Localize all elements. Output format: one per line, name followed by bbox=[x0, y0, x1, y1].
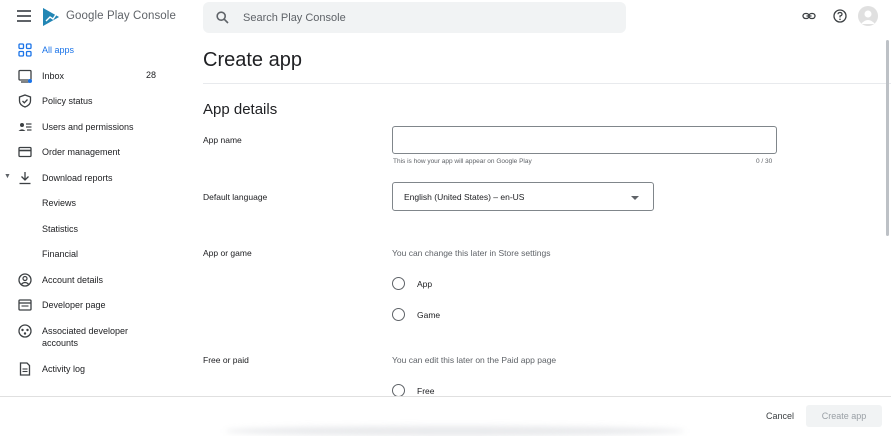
page-title: Create app bbox=[203, 49, 302, 71]
sidebar-item-activity-log[interactable]: Activity log bbox=[0, 357, 180, 381]
shield-icon bbox=[18, 94, 32, 108]
sidebar-item-label: Inbox bbox=[42, 71, 65, 81]
scrollbar[interactable] bbox=[886, 40, 889, 236]
inbox-icon bbox=[18, 69, 32, 83]
radio-button[interactable] bbox=[392, 277, 405, 290]
divider bbox=[203, 83, 891, 84]
search-input[interactable] bbox=[243, 2, 613, 33]
help-icon[interactable] bbox=[833, 9, 847, 23]
sidebar-item-order-management[interactable]: Order management bbox=[0, 140, 180, 164]
sidebar-item-users-and-permissions[interactable]: Users and permissions bbox=[0, 115, 180, 139]
default-language-select[interactable]: English (United States) – en-US bbox=[392, 182, 654, 211]
link-icon[interactable] bbox=[802, 9, 816, 23]
radio-button[interactable] bbox=[392, 308, 405, 321]
sidebar-item-reviews[interactable]: Reviews bbox=[0, 191, 180, 215]
sidebar-item-account-details[interactable]: Account details bbox=[0, 268, 180, 292]
default-language-label: Default language bbox=[203, 192, 268, 202]
web-page-icon bbox=[18, 299, 32, 311]
sidebar-item-download-reports[interactable]: ▼ Download reports bbox=[0, 166, 180, 190]
free-or-paid-label: Free or paid bbox=[203, 355, 249, 365]
sidebar-item-label: Reviews bbox=[42, 198, 77, 208]
sidebar-item-label: Order management bbox=[42, 147, 121, 157]
top-bar: Google Play Console bbox=[0, 0, 891, 36]
create-app-form: Create app App details App name This is … bbox=[190, 36, 891, 397]
dropdown-arrow-icon bbox=[631, 196, 639, 200]
default-language-value: English (United States) – en-US bbox=[404, 192, 525, 202]
search-icon bbox=[216, 11, 229, 24]
sidebar-item-financial[interactable]: Financial bbox=[0, 242, 180, 266]
play-console-logo bbox=[42, 7, 60, 27]
inbox-count-badge: 28 bbox=[145, 70, 156, 80]
users-icon bbox=[18, 123, 32, 131]
app-or-game-hint: You can change this later in Store setti… bbox=[392, 248, 551, 258]
sidebar-item-inbox[interactable]: Inbox 28 bbox=[0, 64, 180, 88]
sidebar: All apps Inbox 28 Policy status Users an… bbox=[0, 36, 190, 396]
linked-accounts-icon bbox=[18, 324, 32, 338]
brand-name: Google Play Console bbox=[66, 10, 176, 22]
sidebar-item-developer-page[interactable]: Developer page bbox=[0, 293, 180, 317]
avatar[interactable] bbox=[858, 6, 878, 26]
app-name-label: App name bbox=[203, 135, 242, 145]
sidebar-item-label: Statistics bbox=[42, 224, 79, 234]
sidebar-item-associated-developer-accounts[interactable]: Associated developer accounts bbox=[0, 319, 180, 349]
section-title: App details bbox=[203, 101, 278, 118]
sidebar-item-label: Financial bbox=[42, 249, 79, 259]
sidebar-item-policy-status[interactable]: Policy status bbox=[0, 89, 180, 113]
sidebar-item-all-apps[interactable]: All apps bbox=[0, 38, 180, 62]
radio-label: App bbox=[417, 279, 433, 289]
sidebar-item-label: Associated developer accounts bbox=[42, 326, 129, 348]
app-name-helper: This is how your app will appear on Goog… bbox=[393, 158, 532, 165]
app-or-game-label: App or game bbox=[203, 248, 252, 258]
sidebar-item-label: Account details bbox=[42, 275, 104, 285]
sidebar-item-statistics[interactable]: Statistics bbox=[0, 217, 180, 241]
credit-card-icon bbox=[18, 146, 32, 158]
sidebar-item-label: Users and permissions bbox=[42, 122, 134, 132]
account-circle-icon bbox=[18, 273, 32, 287]
apps-grid-icon bbox=[18, 43, 32, 57]
sidebar-item-label: Developer page bbox=[42, 300, 106, 310]
radio-label: Free bbox=[417, 386, 435, 396]
radio-label: Game bbox=[417, 310, 441, 320]
sidebar-item-label: Activity log bbox=[42, 364, 86, 374]
menu-icon[interactable] bbox=[17, 10, 31, 24]
create-app-button[interactable]: Create app bbox=[806, 405, 882, 427]
sidebar-item-label: All apps bbox=[42, 45, 75, 55]
free-or-paid-hint: You can edit this later on the Paid app … bbox=[392, 355, 557, 365]
sidebar-item-label: Policy status bbox=[42, 96, 93, 106]
cancel-button[interactable]: Cancel bbox=[758, 405, 802, 427]
search-bar[interactable] bbox=[203, 2, 626, 33]
document-icon bbox=[19, 362, 31, 376]
sidebar-item-label: Download reports bbox=[42, 173, 113, 183]
app-name-counter: 0 / 30 bbox=[756, 158, 773, 165]
chevron-down-icon[interactable]: ▼ bbox=[4, 173, 11, 180]
shadow-decoration bbox=[225, 426, 685, 436]
app-name-field[interactable] bbox=[392, 126, 777, 154]
download-icon bbox=[19, 172, 31, 185]
